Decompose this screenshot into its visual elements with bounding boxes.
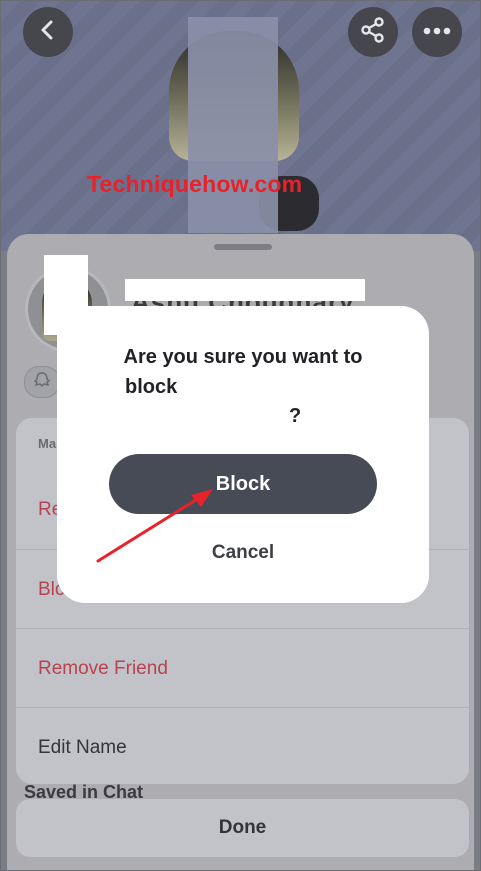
back-button[interactable] [23, 7, 73, 57]
dialog-message-line1: Are you sure you want to [123, 346, 363, 368]
menu-item-edit-name[interactable]: Edit Name [16, 707, 469, 784]
block-button[interactable]: Block [109, 454, 377, 514]
more-button[interactable] [412, 7, 462, 57]
redaction-block [188, 17, 278, 233]
menu-item-remove-friend[interactable]: Remove Friend [16, 628, 469, 708]
profile-header: Techniquehow.com [1, 1, 480, 251]
dialog-message-line2: block [125, 376, 178, 398]
done-button[interactable]: Done [16, 799, 469, 857]
friend-badge[interactable] [24, 366, 60, 398]
menu-item-label: Edit Name [38, 737, 127, 758]
more-dots-icon [422, 23, 452, 41]
redaction-block [125, 279, 365, 301]
share-button[interactable] [348, 7, 398, 57]
sheet-drag-handle[interactable] [214, 244, 272, 250]
ghost-icon [33, 371, 51, 394]
share-icon [359, 16, 387, 49]
block-confirm-dialog: Are you sure you want to block ? Block C… [57, 306, 429, 603]
watermark-text: Techniquehow.com [87, 171, 303, 197]
screen-frame: Techniquehow.com Ashu Choudhary Ma Re Bl… [0, 0, 481, 871]
chevron-left-icon [37, 19, 59, 46]
cancel-button[interactable]: Cancel [109, 532, 377, 574]
menu-section-label: Ma [38, 436, 57, 451]
menu-item-label: Remove Friend [38, 658, 168, 679]
dialog-message-line3: ? [289, 405, 302, 427]
redaction-block [185, 372, 345, 398]
